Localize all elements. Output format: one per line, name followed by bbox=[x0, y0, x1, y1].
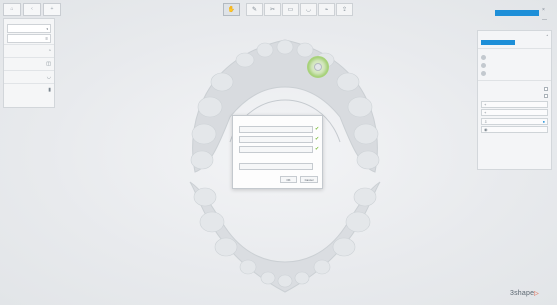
attach-button[interactable]: + bbox=[481, 109, 548, 116]
tooth-marker[interactable] bbox=[307, 56, 329, 78]
back-icon: ‹ bbox=[31, 6, 33, 12]
export-icon: ⇪ bbox=[341, 7, 348, 13]
right-order-panel: + + + ⇩ ● ◉ bbox=[477, 30, 552, 170]
brand-logo: 3shape▷ bbox=[510, 290, 539, 297]
top-left-toolbar: ⌂ ‹ + bbox=[3, 3, 61, 16]
suggested-option-3[interactable] bbox=[239, 146, 313, 153]
scan-view-icon: ▭ bbox=[287, 7, 294, 13]
suggested-option-2[interactable] bbox=[239, 136, 313, 143]
export-icon: ⇩ bbox=[484, 118, 488, 124]
tooth-icon: ◔ bbox=[47, 48, 51, 54]
option-check-row[interactable] bbox=[478, 92, 551, 99]
attach-icon: + bbox=[484, 110, 487, 115]
list-item[interactable] bbox=[478, 53, 551, 61]
check-icon: ✔ bbox=[315, 146, 320, 152]
option-check-row[interactable] bbox=[478, 85, 551, 92]
left-tools-panel: ▾ ☰ ◔ ◫ ◡ ▮ bbox=[3, 18, 55, 108]
jaw-tool-icon: ✋ bbox=[227, 7, 236, 13]
close-icon[interactable]: × bbox=[542, 7, 545, 13]
progress-bar bbox=[495, 10, 539, 16]
check-icon: ✔ bbox=[315, 126, 320, 132]
add-item-link[interactable]: + bbox=[546, 33, 548, 37]
brand-mark-icon: ▷ bbox=[534, 291, 539, 297]
jaw-tool-button[interactable]: ✋ bbox=[223, 3, 240, 16]
ruler-icon: ◫ bbox=[46, 61, 51, 67]
tool-selector[interactable]: ▾ bbox=[7, 24, 51, 33]
add-button[interactable]: + bbox=[43, 3, 61, 16]
analyze-icon: ⌁ bbox=[324, 7, 329, 13]
list-item[interactable] bbox=[478, 69, 551, 77]
cancel-button[interactable]: Cancel bbox=[300, 176, 318, 183]
list-item[interactable] bbox=[478, 61, 551, 69]
bite-icon: ◡ bbox=[305, 7, 312, 13]
workflow-toolbar: ✋ ✎ ✂ ▭ ◡ ⌁ ⇪ bbox=[223, 3, 353, 16]
plus-icon: + bbox=[484, 101, 487, 107]
suggested-option-1[interactable] bbox=[239, 126, 313, 133]
home-button[interactable]: ⌂ bbox=[3, 3, 21, 16]
check-icon: ✔ bbox=[315, 136, 320, 142]
avatar bbox=[481, 62, 486, 68]
marker-center bbox=[314, 63, 322, 71]
left-row-slider[interactable]: ▮ bbox=[4, 83, 54, 96]
left-panel-title bbox=[4, 19, 54, 23]
avatar bbox=[481, 54, 486, 60]
left-row-arc[interactable]: ◡ bbox=[4, 70, 54, 83]
eye-icon: ◉ bbox=[484, 127, 488, 132]
edit-tool-button[interactable]: ✂ bbox=[264, 3, 281, 16]
suggested-scans-dialog: ✔ ✔ ✔ OK Cancel bbox=[232, 115, 323, 189]
bite-button[interactable]: ◡ bbox=[300, 3, 317, 16]
view-button[interactable]: ◉ bbox=[481, 126, 548, 133]
ok-button[interactable]: OK bbox=[280, 176, 297, 183]
arc-icon: ◡ bbox=[46, 74, 51, 80]
optional-option-1[interactable] bbox=[239, 163, 313, 170]
chevron-down-icon: ▾ bbox=[46, 26, 48, 31]
left-row-ruler[interactable]: ◫ bbox=[4, 57, 54, 70]
scan-view-button[interactable]: ▭ bbox=[282, 3, 299, 16]
checkbox[interactable] bbox=[544, 86, 548, 91]
edit-tool-icon: ✂ bbox=[269, 7, 276, 13]
plus-icon: + bbox=[546, 33, 548, 37]
scan-tool-icon: ✎ bbox=[251, 7, 258, 13]
left-row-tooth[interactable]: ◔ bbox=[4, 44, 54, 57]
export-button[interactable]: ⇩ ● bbox=[481, 117, 548, 125]
info-icon: ● bbox=[542, 118, 545, 124]
add-button-right[interactable]: + bbox=[481, 100, 548, 108]
add-icon: + bbox=[50, 6, 54, 12]
export-tool-button[interactable]: ⇪ bbox=[336, 3, 353, 16]
scan-tool-button[interactable]: ✎ bbox=[246, 3, 263, 16]
home-icon: ⌂ bbox=[10, 6, 14, 12]
checkbox[interactable] bbox=[544, 93, 548, 98]
back-button[interactable]: ‹ bbox=[23, 3, 41, 16]
analyze-button[interactable]: ⌁ bbox=[318, 3, 335, 16]
minimize-icon[interactable]: — bbox=[542, 17, 547, 23]
list-icon: ☰ bbox=[45, 36, 48, 41]
selected-item-bar[interactable] bbox=[481, 40, 515, 45]
tool-option-row[interactable]: ☰ bbox=[7, 34, 51, 43]
avatar bbox=[481, 70, 486, 76]
slider-icon: ▮ bbox=[48, 87, 51, 93]
